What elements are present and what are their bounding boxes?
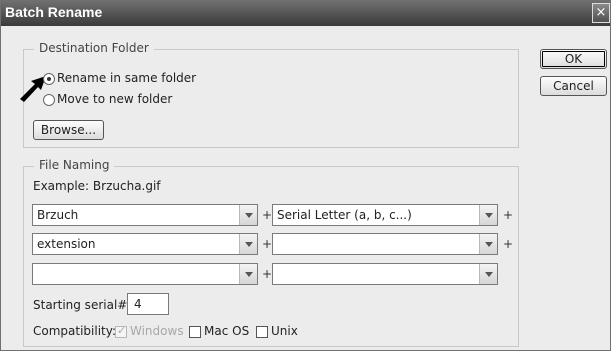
plus-sign: +: [503, 208, 514, 222]
batch-rename-dialog: Batch Rename × Destination Folder Rename…: [0, 0, 611, 351]
move-new-folder-radio[interactable]: [43, 94, 55, 106]
file-naming-group: File Naming: [23, 158, 519, 347]
close-icon[interactable]: ×: [592, 3, 610, 23]
ok-button[interactable]: OK: [540, 49, 607, 69]
naming-select-3-left[interactable]: [32, 263, 258, 285]
naming-select-1-left-value: Brzuch: [37, 208, 79, 222]
file-naming-legend: File Naming: [34, 158, 115, 172]
chevron-down-icon[interactable]: [479, 205, 497, 225]
unix-label[interactable]: Unix: [271, 324, 298, 338]
destination-folder-legend: Destination Folder: [34, 41, 154, 55]
title-bar: Batch Rename ×: [1, 1, 610, 26]
plus-sign: +: [503, 237, 514, 251]
naming-select-1-left[interactable]: Brzuch: [32, 204, 258, 226]
unix-checkbox[interactable]: [256, 326, 268, 338]
cancel-button[interactable]: Cancel: [540, 76, 607, 96]
windows-checkbox[interactable]: [115, 324, 127, 338]
chevron-down-icon[interactable]: [239, 205, 257, 225]
starting-serial-label: Starting serial#:: [33, 298, 132, 312]
naming-select-3-right[interactable]: [272, 263, 498, 285]
windows-label: Windows: [130, 324, 184, 338]
chevron-down-icon[interactable]: [239, 234, 257, 254]
example-text: Example: Brzucha.gif: [33, 179, 161, 193]
browse-button[interactable]: Browse...: [33, 120, 104, 140]
plus-sign: +: [262, 237, 273, 251]
mac-os-label[interactable]: Mac OS: [204, 324, 249, 338]
plus-sign: +: [262, 267, 273, 281]
chevron-down-icon[interactable]: [239, 264, 257, 284]
mac-os-checkbox[interactable]: [189, 326, 201, 338]
naming-select-1-right-value: Serial Letter (a, b, c...): [277, 208, 412, 222]
naming-select-2-left[interactable]: extension: [32, 233, 258, 255]
rename-same-folder-radio[interactable]: [43, 73, 55, 85]
plus-sign: +: [262, 208, 273, 222]
starting-serial-input[interactable]: 4: [127, 293, 169, 315]
compatibility-label: Compatibility:: [33, 324, 117, 338]
move-new-folder-label[interactable]: Move to new folder: [57, 92, 172, 106]
naming-select-1-right[interactable]: Serial Letter (a, b, c...): [272, 204, 498, 226]
chevron-down-icon[interactable]: [479, 234, 497, 254]
dialog-title: Batch Rename: [5, 4, 103, 20]
naming-select-2-right[interactable]: [272, 233, 498, 255]
rename-same-folder-label[interactable]: Rename in same folder: [57, 71, 196, 85]
naming-select-2-left-value: extension: [37, 237, 96, 251]
chevron-down-icon[interactable]: [479, 264, 497, 284]
